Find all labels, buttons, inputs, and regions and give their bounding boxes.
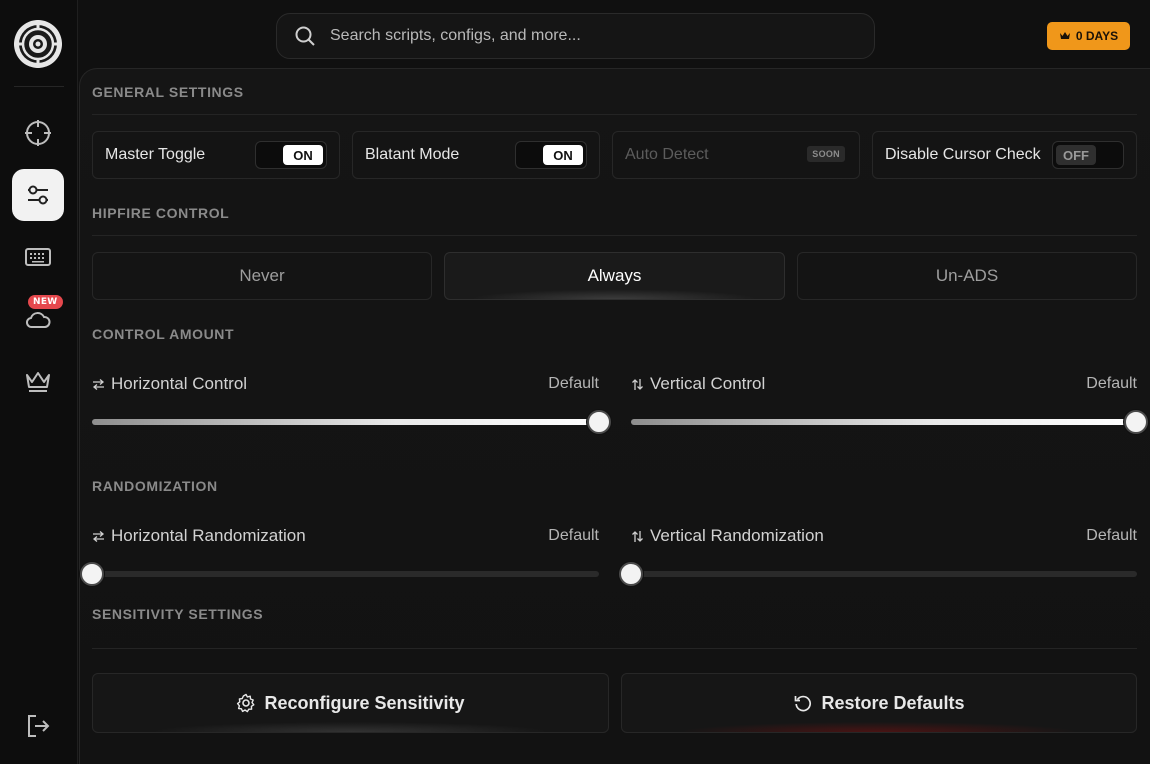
general-settings-title: GENERAL SETTINGS: [92, 84, 244, 100]
randomization-title: RANDOMIZATION: [92, 478, 218, 494]
control-amount-title: CONTROL AMOUNT: [92, 326, 235, 342]
hipfire-control-title: HIPFIRE CONTROL: [92, 205, 230, 221]
reconfigure-sensitivity-button[interactable]: Reconfigure Sensitivity: [92, 673, 609, 733]
new-badge: NEW: [28, 295, 63, 309]
logout-icon: [28, 715, 50, 737]
vertical-randomization-header: Vertical Randomization Default: [631, 526, 1137, 546]
master-toggle-switch[interactable]: ON: [255, 141, 327, 169]
horizontal-randomization-value: Default: [548, 527, 599, 544]
horizontal-control-label: Horizontal Control: [111, 374, 248, 393]
auto-detect-card: Auto Detect SOON: [612, 131, 860, 179]
horizontal-randomization-header: Horizontal Randomization Default: [92, 526, 599, 546]
blatant-mode-card[interactable]: Blatant Mode ON: [352, 131, 600, 179]
cloud-icon: [25, 312, 51, 328]
restore-icon: [795, 695, 812, 712]
disable-cursor-check-card[interactable]: Disable Cursor Check OFF: [872, 131, 1137, 179]
crosshair-icon: [25, 120, 51, 146]
sidebar-item-settings[interactable]: [12, 169, 64, 221]
vertical-randomization-label: Vertical Randomization: [650, 526, 824, 545]
slider-fill: [92, 419, 599, 425]
gear-icon: [237, 693, 255, 713]
horizontal-randomization-track[interactable]: [92, 571, 599, 577]
sliders-icon: [28, 185, 48, 205]
horizontal-control-thumb[interactable]: [587, 410, 611, 434]
blatant-mode-label: Blatant Mode: [365, 146, 460, 163]
subscription-days-label: 0 DAYS: [1075, 29, 1119, 43]
master-toggle-card[interactable]: Master Toggle ON: [92, 131, 340, 179]
soon-badge: SOON: [807, 146, 845, 162]
sidebar-item-crosshair[interactable]: [12, 107, 64, 159]
crown-icon: [26, 372, 50, 392]
sensitivity-settings-title: SENSITIVITY SETTINGS: [92, 606, 264, 622]
vertical-control-label: Vertical Control: [650, 374, 766, 393]
subscription-days-button[interactable]: 0 DAYS: [1047, 22, 1130, 50]
search-icon: [295, 26, 315, 46]
vertical-control-value: Default: [1086, 375, 1137, 392]
crown-icon: [1059, 32, 1070, 39]
switch-knob: ON: [283, 145, 323, 165]
horizontal-randomization-label: Horizontal Randomization: [111, 526, 306, 545]
vertical-control-thumb[interactable]: [1124, 410, 1148, 434]
hipfire-option-un-ads[interactable]: Un-ADS: [797, 252, 1137, 300]
search-bar[interactable]: [276, 13, 875, 59]
app-logo[interactable]: [12, 18, 64, 70]
keyboard-icon: [25, 248, 51, 266]
vertical-randomization-thumb[interactable]: [619, 562, 643, 586]
hipfire-option-always[interactable]: Always: [444, 252, 785, 300]
horizontal-arrows-icon: [92, 378, 105, 390]
logout-button[interactable]: [24, 712, 52, 740]
horizontal-control-header: Horizontal Control Default: [92, 374, 599, 394]
vertical-control-track[interactable]: [631, 419, 1137, 425]
auto-detect-label: Auto Detect: [625, 146, 709, 163]
sidebar-item-keybinds[interactable]: [12, 231, 64, 283]
reconfigure-sensitivity-label: Reconfigure Sensitivity: [264, 692, 465, 713]
slider-fill: [631, 419, 1137, 425]
horizontal-randomization-thumb[interactable]: [80, 562, 104, 586]
blatant-mode-switch[interactable]: ON: [515, 141, 587, 169]
hipfire-option-never[interactable]: Never: [92, 252, 432, 300]
vertical-control-header: Vertical Control Default: [631, 374, 1137, 394]
vertical-arrows-icon: [632, 378, 643, 390]
section-divider: [92, 235, 1137, 236]
disable-cursor-check-switch[interactable]: OFF: [1052, 141, 1124, 169]
vertical-randomization-track[interactable]: [631, 571, 1137, 577]
restore-defaults-button[interactable]: Restore Defaults: [621, 673, 1137, 733]
section-divider: [92, 648, 1137, 649]
switch-knob: ON: [543, 145, 583, 165]
horizontal-control-value: Default: [548, 375, 599, 392]
sidebar-divider: [14, 86, 64, 87]
sidebar-item-premium[interactable]: [12, 355, 64, 407]
vertical-randomization-value: Default: [1086, 527, 1137, 544]
horizontal-arrows-icon: [92, 530, 105, 542]
horizontal-control-track[interactable]: [92, 419, 599, 425]
restore-defaults-label: Restore Defaults: [821, 692, 965, 713]
sidebar: NEW: [0, 0, 78, 764]
section-divider: [92, 114, 1137, 115]
disable-cursor-check-label: Disable Cursor Check: [885, 146, 1041, 163]
master-toggle-label: Master Toggle: [105, 146, 206, 163]
search-input[interactable]: [330, 27, 830, 45]
switch-knob: OFF: [1056, 145, 1096, 165]
vertical-arrows-icon: [632, 530, 643, 542]
